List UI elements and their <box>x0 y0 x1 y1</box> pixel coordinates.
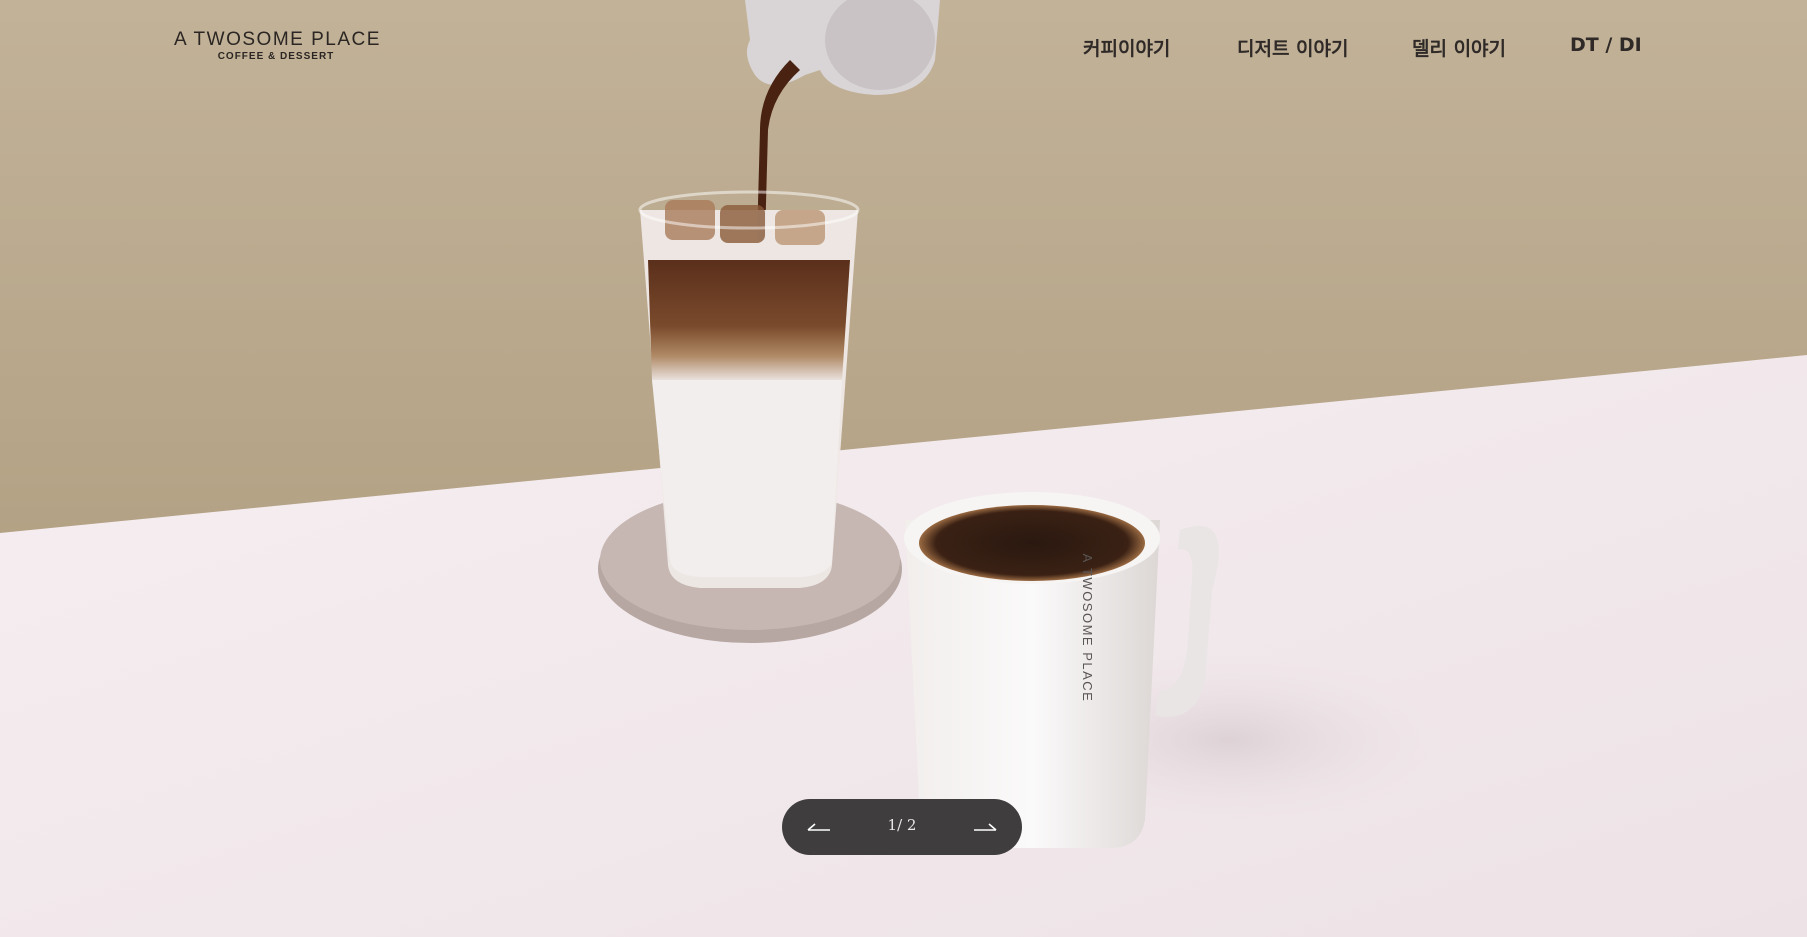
slide-separator: / <box>897 816 907 834</box>
nav-item-dt-di[interactable]: DT / DI <box>1570 34 1642 56</box>
slider-next-button[interactable] <box>970 813 1000 841</box>
arrow-right-icon <box>974 823 997 831</box>
slider-prev-button[interactable] <box>804 813 834 841</box>
site-header: A TWOSOME PLACE COFFEE & DESSERT 커피이야기 디… <box>0 0 1807 100</box>
main-nav: 커피이야기 디저트 이야기 델리 이야기 DT / DI <box>0 34 1807 64</box>
arrow-left-icon <box>807 823 830 831</box>
slide-current: 1 <box>887 816 898 834</box>
mug-print-text: A TWOSOME PLACE <box>1080 554 1095 703</box>
coffee-scene: A TWOSOME PLACE <box>0 0 1807 937</box>
slide-counter: 1/ 2 <box>877 816 927 834</box>
slider-pager: 1/ 2 <box>782 799 1022 855</box>
nav-item-dessert-story[interactable]: 디저트 이야기 <box>1237 34 1349 61</box>
hero-image: A TWOSOME PLACE <box>0 0 1807 937</box>
nav-item-deli-story[interactable]: 델리 이야기 <box>1412 34 1506 61</box>
slide-total: 2 <box>906 816 917 834</box>
nav-item-coffee-story[interactable]: 커피이야기 <box>1083 34 1170 61</box>
